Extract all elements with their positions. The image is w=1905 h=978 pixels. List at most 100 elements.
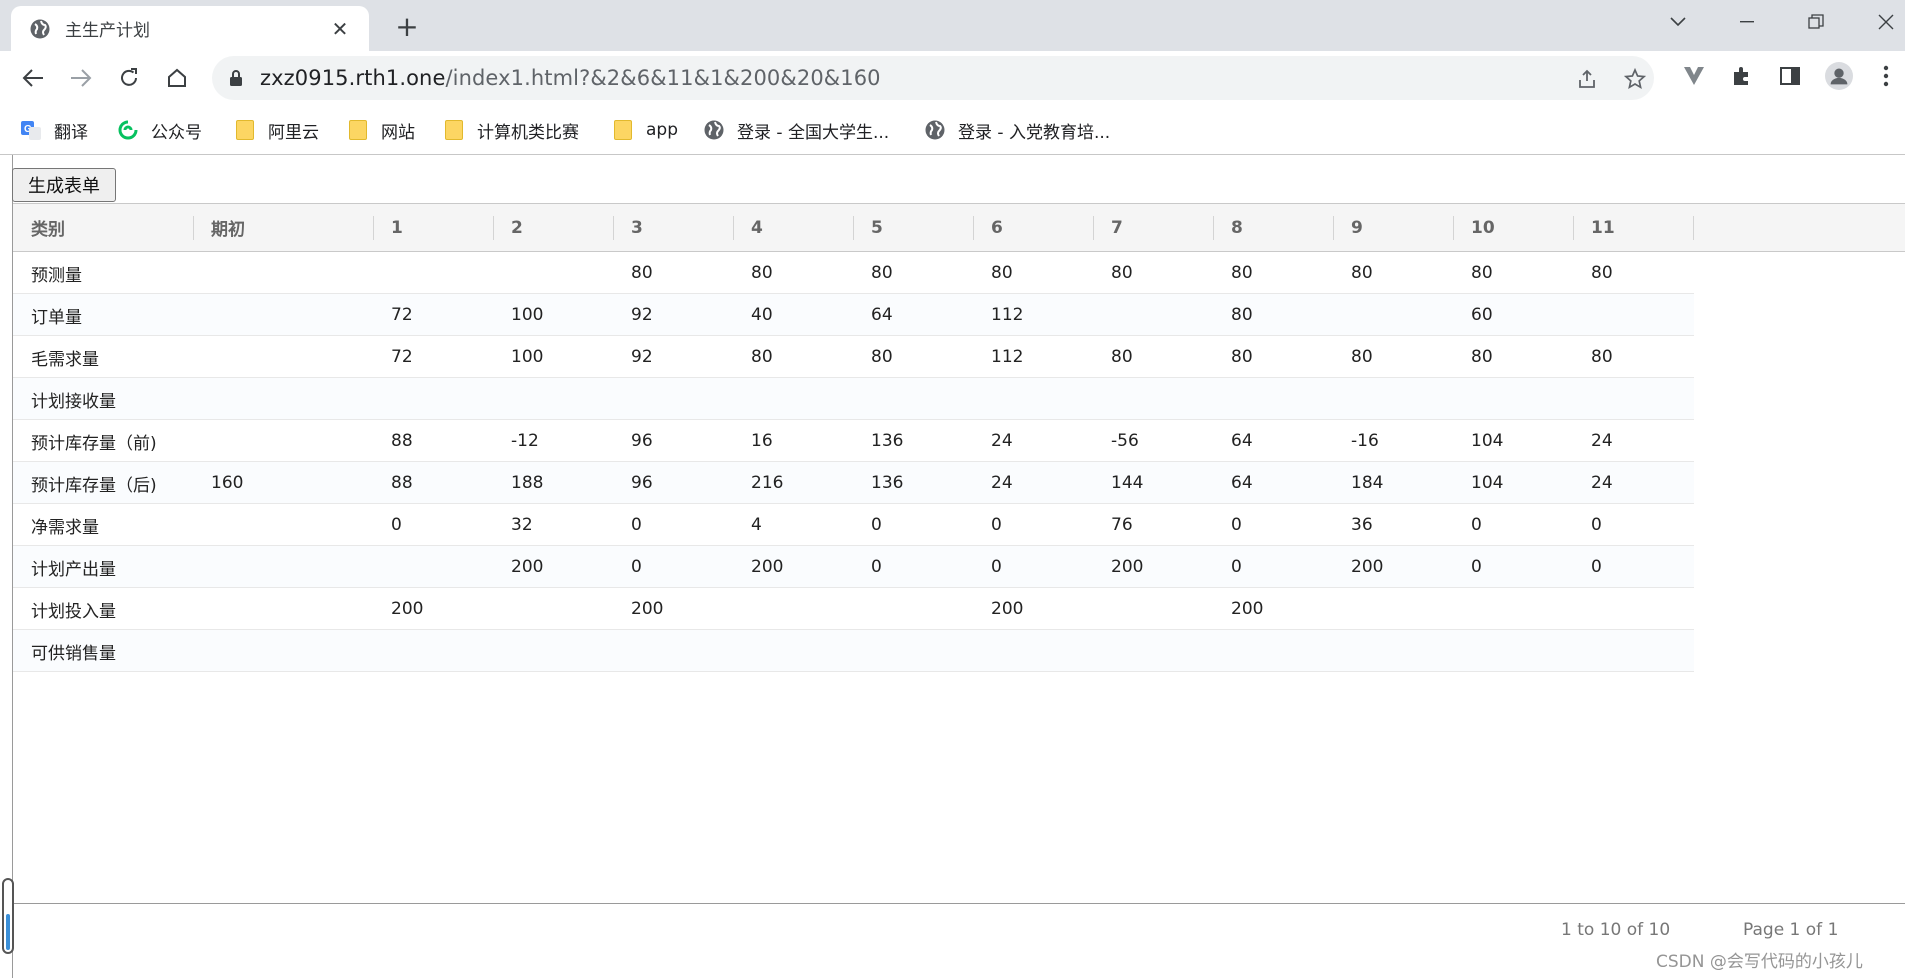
column-header[interactable]: 2 [493, 204, 613, 251]
table-row[interactable]: 预计库存量（后) 160 88 188 96 216 136 24 144 64 184 104 24 [13, 462, 1694, 504]
column-header[interactable]: 类别 [13, 204, 193, 251]
table-cell [193, 420, 373, 462]
row-label: 计划产出量 [31, 559, 116, 580]
table-row[interactable]: 可供销售量 [13, 630, 1694, 672]
table-cell: 144 [1111, 473, 1144, 493]
column-header[interactable]: 期初 [193, 204, 373, 251]
minimize-icon[interactable] [1723, 0, 1771, 44]
url-path: /index1.html?&2&6&11&1&200&20&160 [445, 66, 881, 90]
table-cell [493, 378, 613, 420]
watermark-text: CSDN @会写代码的小孩儿 [1656, 952, 1863, 972]
active-tab[interactable]: 主生产计划 ✕ [11, 6, 369, 51]
new-tab-button[interactable]: + [390, 9, 424, 43]
bookmark-folder-aliyun[interactable]: 阿里云 [234, 115, 319, 145]
table-cell: 40 [751, 305, 773, 325]
column-header[interactable]: 4 [733, 204, 853, 251]
scroll-thumb[interactable] [6, 914, 10, 950]
resize-scroll-handle[interactable] [2, 878, 14, 954]
table-body: 预测量 80 80 80 80 80 80 80 80 80 订单量 72 100 92 40 64 112 80… [13, 252, 1905, 672]
close-window-icon[interactable] [1862, 0, 1905, 44]
table-row[interactable]: 计划投入量 200 200 200 200 [13, 588, 1694, 630]
table-cell: 200 [1231, 599, 1264, 619]
table-cell [493, 252, 613, 294]
table-row[interactable]: 毛需求量 72 100 92 80 80 112 80 80 80 80 80 [13, 336, 1694, 378]
bookmark-wechat[interactable]: 公众号 [117, 115, 202, 145]
column-header[interactable]: 3 [613, 204, 733, 251]
table-cell: 80 [1351, 263, 1373, 283]
bookmark-folder-app[interactable]: app [612, 115, 678, 145]
generate-form-button[interactable]: 生成表单 [12, 168, 116, 202]
table-cell: 0 [1471, 557, 1482, 577]
row-label: 毛需求量 [31, 349, 99, 370]
bookmark-label: 公众号 [151, 122, 202, 143]
bookmark-translate[interactable]: G 翻译 [20, 115, 88, 145]
table-cell [193, 378, 373, 420]
table-cell: 80 [1471, 347, 1493, 367]
table-row[interactable]: 订单量 72 100 92 40 64 112 80 60 [13, 294, 1694, 336]
bookmark-star-icon[interactable] [1623, 67, 1647, 91]
column-separator[interactable] [1693, 216, 1694, 240]
bookmark-folder-websites[interactable]: 网站 [347, 115, 415, 145]
table-row[interactable]: 预计库存量（前) 88 -12 96 16 136 24 -56 64 -16 104 24 [13, 420, 1694, 462]
table-cell [1093, 294, 1213, 336]
table-cell: 88 [391, 431, 413, 451]
bookmark-folder-contests[interactable]: 计算机类比赛 [443, 115, 579, 145]
table-cell: 0 [631, 557, 642, 577]
share-icon[interactable] [1575, 67, 1599, 91]
table-cell [853, 378, 973, 420]
reload-icon[interactable] [113, 62, 145, 94]
vpn-extension-icon[interactable] [1680, 62, 1708, 90]
lock-icon[interactable] [226, 68, 246, 88]
extensions-puzzle-icon[interactable] [1728, 62, 1756, 90]
restore-icon[interactable] [1792, 0, 1840, 44]
tab-search-icon[interactable] [1654, 0, 1702, 44]
close-tab-icon[interactable]: ✕ [325, 14, 355, 44]
table-cell [1453, 630, 1573, 672]
table-header: 类别 期初 1 2 3 4 5 6 7 8 9 10 11 [13, 203, 1905, 252]
column-header[interactable]: 7 [1093, 204, 1213, 251]
bookmarks-bar: G 翻译 公众号 阿里云 网站 计算机类比赛 app 登录 - 全国大学生...… [0, 105, 1905, 155]
home-icon[interactable] [161, 62, 193, 94]
table-cell: 184 [1351, 473, 1384, 493]
table-cell: 64 [1231, 431, 1253, 451]
bookmark-login-party[interactable]: 登录 - 入党教育培... [924, 115, 1110, 145]
profile-avatar-icon[interactable] [1825, 62, 1853, 90]
table-cell [193, 504, 373, 546]
table-cell: 24 [991, 473, 1013, 493]
table-cell: 0 [1591, 515, 1602, 535]
table-cell [733, 630, 853, 672]
column-header[interactable]: 6 [973, 204, 1093, 251]
column-header[interactable]: 5 [853, 204, 973, 251]
table-cell: 60 [1471, 305, 1493, 325]
table-cell: 188 [511, 473, 544, 493]
table-cell [193, 630, 373, 672]
table-cell [373, 630, 493, 672]
table-row[interactable]: 净需求量 0 32 0 4 0 0 76 0 36 0 0 [13, 504, 1694, 546]
column-header[interactable]: 9 [1333, 204, 1453, 251]
table-cell [1093, 588, 1213, 630]
tab-strip: 主生产计划 ✕ + [0, 0, 1905, 51]
tab-title: 主生产计划 [65, 21, 150, 41]
address-bar[interactable]: zxz0915.rth1.one/index1.html?&2&6&11&1&2… [212, 56, 1654, 100]
table-cell: 216 [751, 473, 784, 493]
column-header[interactable]: 1 [373, 204, 493, 251]
table-cell: 80 [1111, 263, 1133, 283]
side-panel-icon[interactable] [1776, 62, 1804, 90]
menu-kebab-icon[interactable] [1872, 62, 1900, 90]
bookmark-login-contest[interactable]: 登录 - 全国大学生... [703, 115, 889, 145]
table-cell: 0 [1231, 515, 1242, 535]
table-row[interactable]: 计划产出量 200 0 200 0 0 200 0 200 0 0 [13, 546, 1694, 588]
bookmark-label: 登录 - 入党教育培... [958, 122, 1111, 143]
table-cell: 0 [871, 515, 882, 535]
column-header[interactable]: 11 [1573, 204, 1693, 251]
table-row[interactable]: 预测量 80 80 80 80 80 80 80 80 80 [13, 252, 1694, 294]
forward-icon[interactable] [65, 62, 97, 94]
table-cell: 24 [1591, 473, 1613, 493]
column-header[interactable]: 8 [1213, 204, 1333, 251]
url-text: zxz0915.rth1.one/index1.html?&2&6&11&1&2… [260, 66, 881, 90]
pager-divider [13, 903, 1905, 904]
table-cell [1573, 294, 1693, 336]
back-icon[interactable] [17, 62, 49, 94]
column-header[interactable]: 10 [1453, 204, 1573, 251]
table-row[interactable]: 计划接收量 [13, 378, 1694, 420]
